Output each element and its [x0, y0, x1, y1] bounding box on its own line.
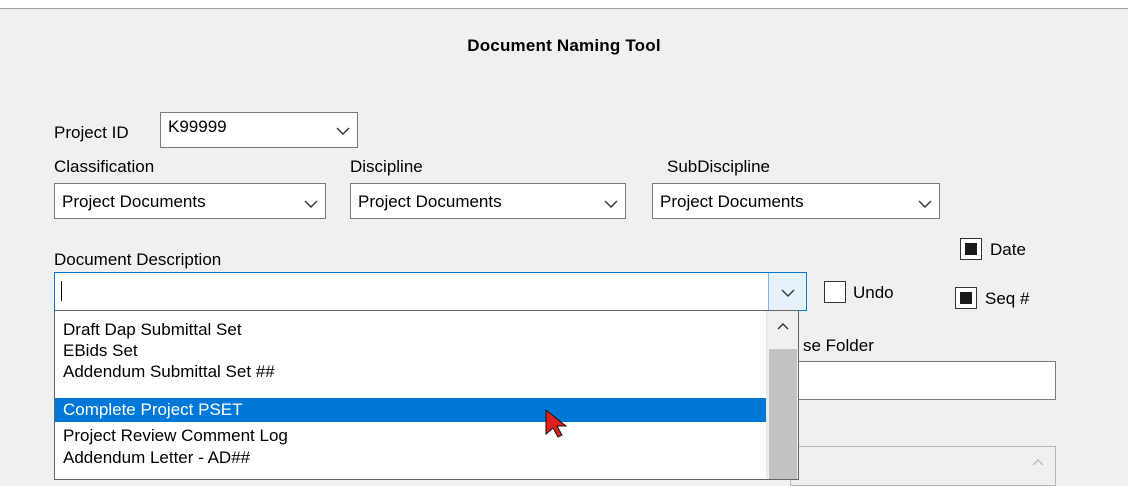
dropdown-item[interactable]: Addendum Submittal Set ## — [55, 361, 767, 382]
dropdown-button[interactable] — [768, 273, 806, 310]
subdiscipline-combo[interactable]: Project Documents — [652, 183, 940, 219]
classification-combo[interactable]: Project Documents — [54, 183, 326, 219]
disabled-field — [790, 446, 1056, 486]
classification-value: Project Documents — [62, 192, 206, 211]
chevron-up-icon — [777, 323, 789, 330]
document-description-combo[interactable] — [54, 272, 807, 311]
browse-folder-label: se Folder — [803, 336, 874, 355]
subdiscipline-label: SubDiscipline — [667, 157, 770, 176]
chevron-down-icon — [781, 289, 795, 297]
page-title: Document Naming Tool — [467, 36, 661, 55]
mouse-cursor-icon — [545, 408, 568, 438]
chevron-down-icon[interactable] — [603, 196, 619, 212]
chevron-down-icon[interactable] — [303, 196, 319, 212]
chevron-up-icon — [1032, 459, 1044, 466]
checked-indicator — [960, 292, 972, 304]
project-id-combo[interactable]: K99999 — [160, 112, 358, 148]
seq-checkbox[interactable] — [955, 287, 977, 309]
date-label: Date — [990, 240, 1026, 259]
classification-label: Classification — [54, 157, 155, 176]
dropdown-item[interactable]: Draft Dap Submittal Set — [55, 319, 767, 340]
discipline-value: Project Documents — [358, 192, 502, 211]
scroll-up-button[interactable] — [767, 311, 798, 343]
dropdown-item[interactable]: Addendum Letter - AD## — [55, 447, 767, 468]
document-description-dropdown[interactable]: Draft Dap Submittal Set EBids Set Addend… — [54, 310, 799, 480]
chevron-down-icon[interactable] — [335, 123, 351, 139]
date-checkbox[interactable] — [960, 238, 982, 260]
checked-indicator — [965, 243, 977, 255]
window-top-edge — [0, 0, 1128, 9]
subdiscipline-value: Project Documents — [660, 192, 804, 211]
undo-checkbox[interactable] — [824, 281, 846, 303]
dropdown-item[interactable]: EBids Set — [55, 340, 767, 361]
project-id-value: K99999 — [168, 117, 227, 136]
discipline-combo[interactable]: Project Documents — [350, 183, 626, 219]
dropdown-item[interactable]: Project Review Comment Log — [55, 425, 767, 446]
chevron-down-icon[interactable] — [917, 196, 933, 212]
project-id-label: Project ID — [54, 123, 129, 142]
folder-path-input[interactable] — [790, 361, 1056, 400]
text-caret — [61, 281, 62, 301]
dropdown-item-selected[interactable]: Complete Project PSET — [55, 398, 767, 422]
seq-label: Seq # — [985, 289, 1030, 308]
discipline-label: Discipline — [350, 157, 423, 176]
scroll-thumb[interactable] — [769, 349, 797, 479]
undo-label: Undo — [853, 283, 894, 302]
document-description-label: Document Description — [54, 250, 222, 269]
dropdown-scrollbar[interactable] — [766, 311, 798, 479]
